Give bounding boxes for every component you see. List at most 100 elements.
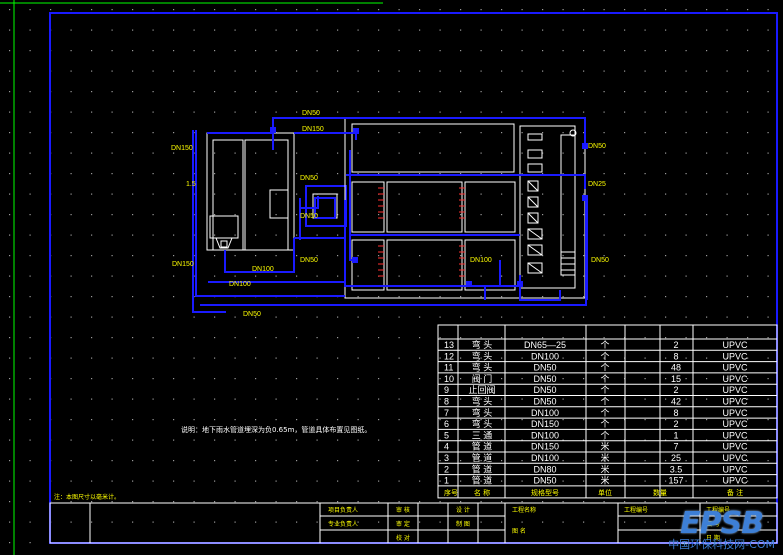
materials-table-cell: 8 [673,351,678,361]
materials-table-cell: DN50 [533,476,556,486]
label-dn150-tank: DN150 [172,261,194,268]
materials-table-header: 名 称 [474,488,490,497]
label-dn100-mid: DN100 [252,266,274,273]
materials-table-header: 规格型号 [531,488,559,497]
materials-table-cell: 10 [444,374,454,384]
materials-table-cell: UPVC [722,464,748,474]
materials-table-cell: 米 [600,463,609,474]
label-dn150-left: DN150 [171,145,193,152]
materials-table-cell: 7 [673,442,678,452]
materials-table-cell: 2 [444,464,449,474]
materials-table-cell: 弯 头 [472,396,493,407]
materials-table-cell: 弯 头 [472,418,493,429]
materials-table-cell: 8 [673,408,678,418]
materials-table-cell: 42 [671,397,681,407]
materials-table-cell: 3.5 [670,464,683,474]
tb-drawing-name: 图 名 [512,527,526,535]
materials-table-cell: 个 [600,363,609,373]
materials-table-cell: DN80 [533,464,556,474]
materials-table-cell: 11 [444,363,453,373]
materials-table-cell: 管 道 [472,441,493,452]
materials-table-cell: DN150 [531,419,559,429]
label-dn50-b: DN50 [300,213,318,220]
materials-table-cell: 个 [600,385,609,395]
label-dn150-top: DN150 [302,126,324,133]
label-dn50-right-top: DN50 [588,143,606,150]
materials-table-cell: 1 [444,476,449,486]
tb-design: 设 计 [456,506,470,514]
materials-table-cell: DN100 [531,430,559,440]
materials-table-header: 单位 [598,488,612,497]
materials-table-cell: 1 [673,430,678,440]
label-side-15: 1.5 [186,181,196,188]
materials-table-cell: DN65—25 [524,340,566,350]
tb-draft: 制 图 [456,520,470,528]
materials-table-cell: 个 [600,374,609,384]
materials-table-cell: 个 [600,419,609,429]
label-dn100-right: DN100 [470,257,492,264]
materials-table-cell: 4 [444,442,449,452]
materials-table-cell: UPVC [722,351,748,361]
materials-table-header: 数量 [653,488,667,497]
materials-table-cell: UPVC [722,430,748,440]
label-dn25-right: DN25 [588,181,606,188]
tb-review: 审 核 [396,506,410,514]
materials-table-cell: 7 [444,408,449,418]
materials-table-cell: UPVC [722,363,748,373]
materials-table-cell: 米 [600,452,609,463]
materials-table-cell: 米 [600,441,609,452]
label-dn50-right-bottom: DN50 [591,257,609,264]
materials-table-cell: 48 [671,363,681,373]
materials-table-cell: UPVC [722,385,748,395]
materials-table-cell: DN100 [531,351,559,361]
materials-table-cell: 2 [673,419,678,429]
tb-project-lead: 项目负责人 [328,506,358,514]
materials-table-cell: 8 [444,397,449,407]
materials-table-cell: UPVC [722,408,748,418]
label-dn50-top: DN50 [302,110,320,117]
valve-6 [582,195,588,201]
watermark: EPSB 中国环保科技网-COM [668,509,775,551]
materials-table-header: 序号 [444,488,458,497]
label-dn50-c: DN50 [300,257,318,264]
materials-table-cell: 管 道 [472,475,493,486]
tb-approve: 审 定 [396,520,410,528]
materials-table-cell: 个 [600,430,609,440]
label-dn50-a: DN50 [300,175,318,182]
materials-table-cell: DN50 [533,374,556,384]
materials-table-cell: 2 [673,385,678,395]
valve-5 [352,257,358,263]
tb-check: 校 对 [396,534,410,542]
watermark-site: 中国环保科技网-COM [668,538,775,551]
materials-table: 13 弯 头 DN65—25 个 2 UPVC12 弯 头 DN100 个 8 UPVC11 弯 头D… [437,324,778,499]
tb-project-name: 工程名称 [512,506,536,514]
watermark-logo: EPSB [680,506,764,541]
materials-table-cell: 三 通 [472,430,493,440]
materials-table-cell: UPVC [722,419,748,429]
tb-project-number: 工程编号 [624,506,648,514]
materials-table-cell: 管 道 [472,463,493,474]
materials-table-cell: 6 [444,419,449,429]
materials-table-cell: 米 [600,475,609,486]
pipe-layout-drawing: DN50 DN150 DN150 1.5 DN150 DN50 DN50 DN5… [0,0,783,555]
materials-table-cell: 个 [600,408,609,418]
materials-table-cell: UPVC [722,476,748,486]
materials-table-cell: 阀 门 [472,373,493,384]
materials-table-cell: UPVC [722,374,748,384]
footnote: 注：本图尺寸以毫米计。 [54,493,120,501]
materials-table-cell: UPVC [722,453,748,463]
materials-table-cell: UPVC [722,442,748,452]
materials-table-cell: DN100 [531,453,559,463]
materials-table-cell: 弯 头 [472,350,493,361]
materials-table-cell: DN50 [533,397,556,407]
materials-table-cell: 弯 头 [472,339,493,350]
materials-table-cell: 管 道 [472,452,493,463]
materials-table-cell: 5 [444,430,449,440]
dot-grid [0,0,783,555]
materials-table-cell: 2 [673,340,678,350]
design-note: 说明：地下雨水管道埋深为负0.65m，管道具体布置见图纸。 [181,425,371,434]
valve-1 [270,127,276,133]
materials-table-cell: DN50 [533,385,556,395]
label-dn50-bottom: DN50 [243,311,261,318]
materials-table-cell: 个 [600,397,609,407]
